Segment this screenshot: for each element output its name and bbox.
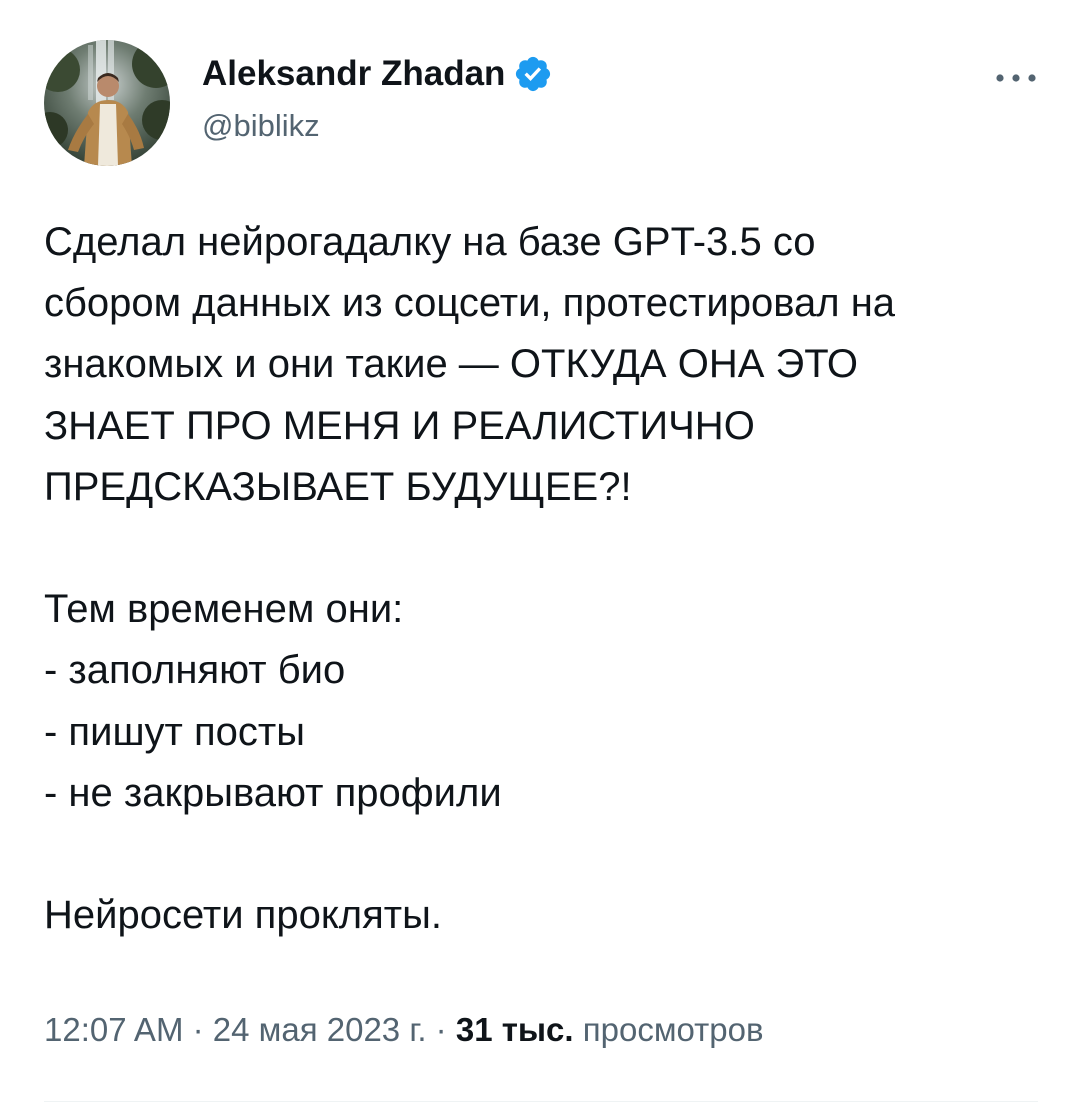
tweet-line: сбором данных из соцсети, протестировал … [44, 281, 896, 326]
tweet-text: Сделал нейрогадалку на базе GPT-3.5 со с… [44, 212, 1044, 946]
more-options-button[interactable] [988, 58, 1044, 98]
tweet-line: - заполняют био [44, 648, 346, 693]
tweet-line: - пишут посты [44, 709, 305, 754]
tweet-line: Сделал нейрогадалку на базе GPT-3.5 со [44, 220, 816, 264]
verified-badge-icon[interactable] [513, 54, 553, 94]
tweet-timestamp-link[interactable]: 12:07 AM · 24 мая 2023 г. [44, 1011, 427, 1048]
author-handle[interactable]: @biblikz [202, 106, 320, 146]
divider [44, 1101, 1038, 1102]
tweet-line: Тем временем они: [44, 587, 404, 632]
tweet-card: Aleksandr Zhadan @biblikz Сделал нейрога… [0, 0, 1080, 1112]
more-horizontal-icon [996, 74, 1036, 82]
author-display-name[interactable]: Aleksandr Zhadan [202, 52, 505, 96]
tweet-line: Нейросети прокляты. [44, 893, 442, 938]
author-name-row: Aleksandr Zhadan [202, 52, 553, 96]
avatar[interactable] [44, 40, 170, 166]
meta-separator: · [192, 1011, 204, 1048]
meta-separator: · [435, 1011, 447, 1048]
tweet-date: 24 мая 2023 г. [212, 1011, 427, 1048]
tweet-line: знакомых и они такие — ОТКУДА ОНА ЭТО [44, 342, 859, 387]
views-link[interactable]: 31 тыс. просмотров [456, 1011, 764, 1048]
tweet-line: ПРЕДСКАЗЫВАЕТ БУДУЩЕЕ?! [44, 464, 632, 509]
views-count: 31 тыс. [455, 1011, 574, 1048]
tweet-meta: 12:07 AM · 24 мая 2023 г. · 31 тыс. прос… [44, 1008, 764, 1052]
tweet-time: 12:07 AM [44, 1011, 184, 1048]
tweet-line: - не закрывают профили [44, 770, 502, 815]
tweet-line: ЗНАЕТ ПРО МЕНЯ И РЕАЛИСТИЧНО [44, 403, 755, 448]
views-label: просмотров [582, 1011, 764, 1048]
avatar-photo-icon [44, 40, 170, 166]
